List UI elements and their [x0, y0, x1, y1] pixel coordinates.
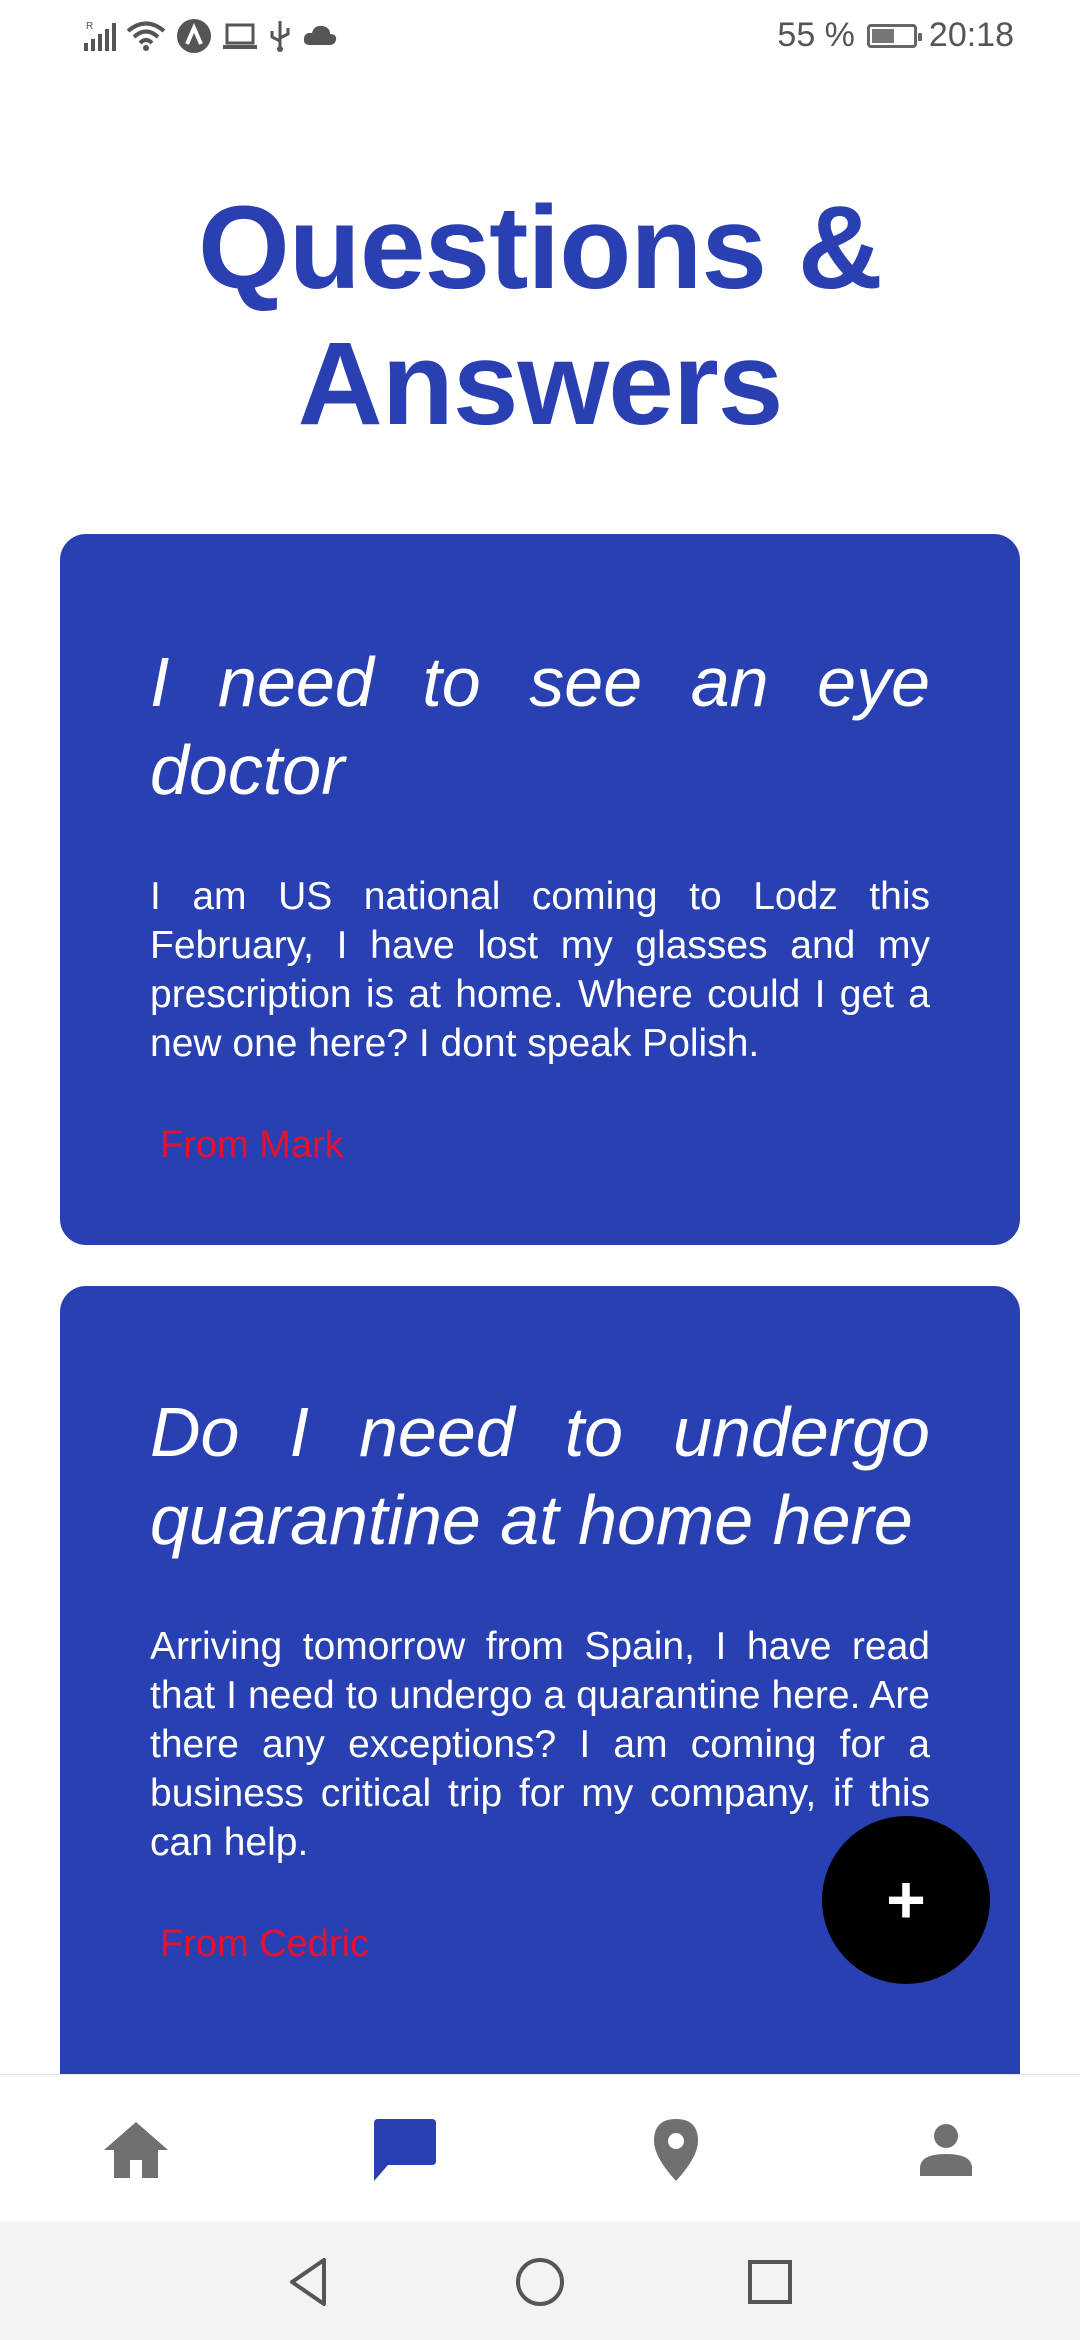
question-author: From Cedric — [160, 1923, 370, 1965]
system-home-button[interactable] — [512, 2254, 568, 2310]
question-body: Arriving tomorrow from Spain, I have rea… — [150, 1625, 930, 1864]
system-back-button[interactable] — [282, 2254, 338, 2310]
plus-icon: + — [886, 1862, 926, 1938]
battery-icon — [866, 23, 922, 48]
question-title: I need to see an eye doctor — [150, 643, 930, 809]
question-title: Do I need to undergo quarantine at home … — [150, 1393, 930, 1559]
system-navigation-bar — [0, 2222, 1080, 2340]
status-bar: R 55 % 20:18 — [0, 0, 1080, 76]
cloud-icon — [302, 23, 338, 49]
battery-percent: 55 % — [777, 16, 855, 54]
nav-questions[interactable] — [365, 2115, 445, 2185]
question-body: I am US national coming to Lodz this Feb… — [150, 875, 930, 1065]
nav-location[interactable] — [636, 2115, 716, 2185]
system-recents-button[interactable] — [742, 2254, 798, 2310]
status-right: 55 % 20:18 — [777, 16, 1014, 55]
page-title: Questions & Answers — [198, 182, 883, 450]
recents-icon — [748, 2260, 792, 2304]
clock: 20:18 — [928, 16, 1014, 54]
home-circle-icon — [516, 2258, 564, 2306]
location-pin-icon — [654, 2119, 698, 2181]
status-icons: R — [82, 18, 338, 54]
add-question-button[interactable]: + — [822, 1816, 990, 1984]
battery-fill — [871, 28, 894, 43]
back-icon — [290, 2258, 326, 2306]
home-icon — [104, 2122, 168, 2178]
nav-profile[interactable] — [906, 2115, 986, 2185]
question-card[interactable]: I need to see an eye doctor I am US nati… — [60, 534, 1020, 1245]
roaming-label: R — [86, 21, 93, 32]
usb-icon — [268, 19, 292, 53]
question-author: From Mark — [160, 1124, 344, 1166]
chat-icon — [374, 2119, 436, 2181]
bottom-navigation — [0, 2074, 1080, 2223]
nav-home[interactable] — [96, 2115, 176, 2185]
vpn-a-icon — [176, 18, 212, 54]
signal-icon: R — [82, 19, 116, 53]
person-icon — [920, 2124, 972, 2176]
laptop-icon — [222, 21, 258, 51]
wifi-icon — [126, 20, 166, 52]
